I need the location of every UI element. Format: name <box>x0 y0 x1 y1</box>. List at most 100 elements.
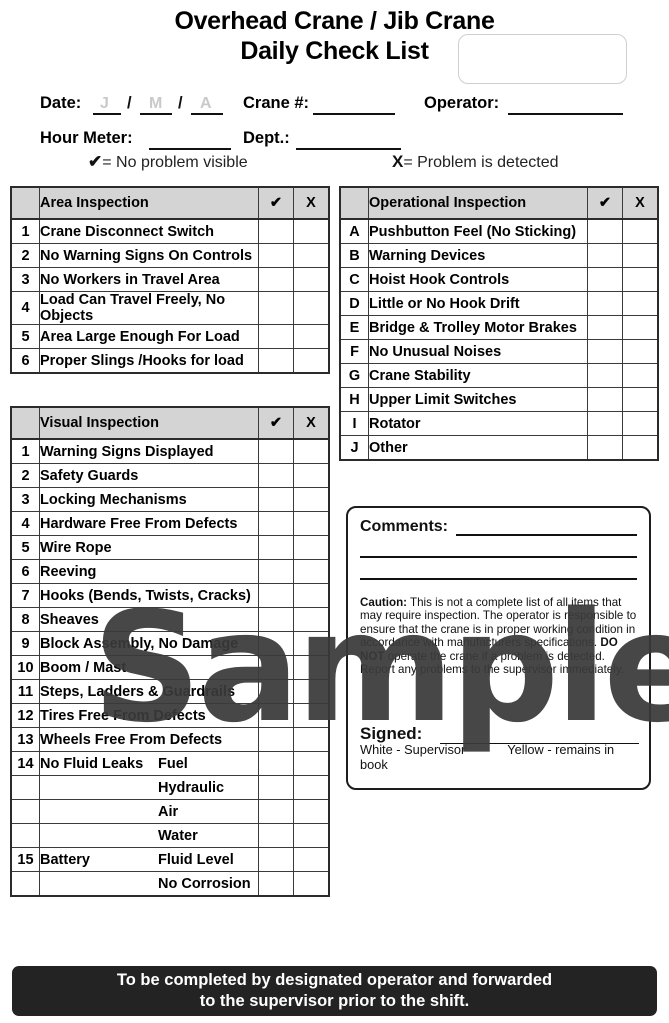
visual-row-number: 11 <box>10 679 40 704</box>
visual-x-cell[interactable] <box>293 511 330 536</box>
visual-check-cell[interactable] <box>258 511 294 536</box>
operational-x-cell[interactable] <box>622 435 659 461</box>
visual-check-cell[interactable] <box>258 438 294 464</box>
visual-check-cell[interactable] <box>258 631 294 656</box>
visual-check-cell[interactable] <box>258 655 294 680</box>
operational-check-cell[interactable] <box>587 291 623 316</box>
visual-x-cell[interactable] <box>293 559 330 584</box>
area-check-cell[interactable] <box>258 243 294 268</box>
visual-x-cell[interactable] <box>293 535 330 560</box>
area-x-cell[interactable] <box>293 324 330 349</box>
operational-x-cell[interactable] <box>622 339 659 364</box>
operational-x-cell[interactable] <box>622 315 659 340</box>
visual-row-number <box>10 799 40 824</box>
operational-x-cell[interactable] <box>622 243 659 268</box>
header-x-icon: X <box>622 186 659 220</box>
visual-check-cell[interactable] <box>258 559 294 584</box>
area-check-cell[interactable] <box>258 324 294 349</box>
date-month-value[interactable]: M <box>149 95 162 113</box>
operational-row-number: B <box>339 243 369 268</box>
operational-check-cell[interactable] <box>587 339 623 364</box>
visual-x-cell[interactable] <box>293 655 330 680</box>
operational-x-cell[interactable] <box>622 387 659 412</box>
visual-row-label: Block Assembly, No Damage <box>39 631 259 656</box>
visual-x-cell[interactable] <box>293 871 330 897</box>
visual-check-cell[interactable] <box>258 799 294 824</box>
crane-number-input[interactable] <box>313 113 395 115</box>
visual-x-cell[interactable] <box>293 823 330 848</box>
visual-check-cell[interactable] <box>258 727 294 752</box>
visual-x-cell[interactable] <box>293 847 330 872</box>
date-year-value[interactable]: A <box>200 95 212 113</box>
visual-rows: 1 Warning Signs Displayed 2 Safety Guards 3 L… <box>10 438 330 897</box>
comments-input-line-3[interactable] <box>360 578 637 580</box>
area-check-cell[interactable] <box>258 291 294 325</box>
area-row-label: Proper Slings /Hooks for load <box>39 348 259 374</box>
visual-x-cell[interactable] <box>293 438 330 464</box>
legend-check-text: = No problem visible <box>102 154 248 171</box>
operational-row-label: Bridge & Trolley Motor Brakes <box>368 315 588 340</box>
legend-x-text: = Problem is detected <box>403 154 559 171</box>
dept-input[interactable] <box>296 148 401 150</box>
area-x-cell[interactable] <box>293 267 330 292</box>
visual-check-cell[interactable] <box>258 871 294 897</box>
operational-check-cell[interactable] <box>587 267 623 292</box>
logo-placeholder-box[interactable] <box>458 34 627 84</box>
visual-check-cell[interactable] <box>258 679 294 704</box>
visual-x-cell[interactable] <box>293 583 330 608</box>
visual-check-cell[interactable] <box>258 583 294 608</box>
visual-check-cell[interactable] <box>258 823 294 848</box>
visual-x-cell[interactable] <box>293 727 330 752</box>
table-row: D Little or No Hook Drift <box>339 291 659 316</box>
area-x-cell[interactable] <box>293 348 330 374</box>
visual-check-cell[interactable] <box>258 703 294 728</box>
visual-x-cell[interactable] <box>293 679 330 704</box>
operational-check-cell[interactable] <box>587 218 623 244</box>
hour-meter-input[interactable] <box>149 148 231 150</box>
visual-x-cell[interactable] <box>293 799 330 824</box>
area-check-cell[interactable] <box>258 348 294 374</box>
visual-x-cell[interactable] <box>293 607 330 632</box>
visual-row-label: Tires Free From Defects <box>39 703 259 728</box>
visual-check-cell[interactable] <box>258 463 294 488</box>
date-day-value[interactable]: J <box>100 95 109 113</box>
copy-distribution: White - Supervisor Yellow - remains in bo… <box>360 742 639 772</box>
visual-x-cell[interactable] <box>293 463 330 488</box>
visual-x-cell[interactable] <box>293 487 330 512</box>
visual-row-label: Wheels Free From Defects <box>39 727 259 752</box>
operational-row-number: C <box>339 267 369 292</box>
operational-check-cell[interactable] <box>587 315 623 340</box>
operational-x-cell[interactable] <box>622 218 659 244</box>
visual-x-cell[interactable] <box>293 703 330 728</box>
operational-check-cell[interactable] <box>587 243 623 268</box>
table-row: Water <box>10 823 330 848</box>
visual-check-cell[interactable] <box>258 535 294 560</box>
operational-x-cell[interactable] <box>622 267 659 292</box>
visual-row-label: Hooks (Bends, Twists, Cracks) <box>39 583 259 608</box>
operational-x-cell[interactable] <box>622 411 659 436</box>
operational-check-cell[interactable] <box>587 411 623 436</box>
operational-check-cell[interactable] <box>587 435 623 461</box>
operational-x-cell[interactable] <box>622 363 659 388</box>
area-x-cell[interactable] <box>293 218 330 244</box>
visual-check-cell[interactable] <box>258 847 294 872</box>
visual-x-cell[interactable] <box>293 775 330 800</box>
operational-x-cell[interactable] <box>622 291 659 316</box>
area-check-cell[interactable] <box>258 267 294 292</box>
operational-check-cell[interactable] <box>587 363 623 388</box>
visual-check-cell[interactable] <box>258 487 294 512</box>
visual-check-cell[interactable] <box>258 607 294 632</box>
area-x-cell[interactable] <box>293 291 330 325</box>
comments-input-line-1[interactable] <box>456 534 637 536</box>
operator-input[interactable] <box>508 113 623 115</box>
visual-x-cell[interactable] <box>293 751 330 776</box>
visual-x-cell[interactable] <box>293 631 330 656</box>
comments-panel: Comments: Caution: This is not a complet… <box>346 506 651 790</box>
visual-check-cell[interactable] <box>258 775 294 800</box>
visual-check-cell[interactable] <box>258 751 294 776</box>
comments-input-line-2[interactable] <box>360 556 637 558</box>
table-row: J Other <box>339 435 659 461</box>
operational-check-cell[interactable] <box>587 387 623 412</box>
area-check-cell[interactable] <box>258 218 294 244</box>
area-x-cell[interactable] <box>293 243 330 268</box>
